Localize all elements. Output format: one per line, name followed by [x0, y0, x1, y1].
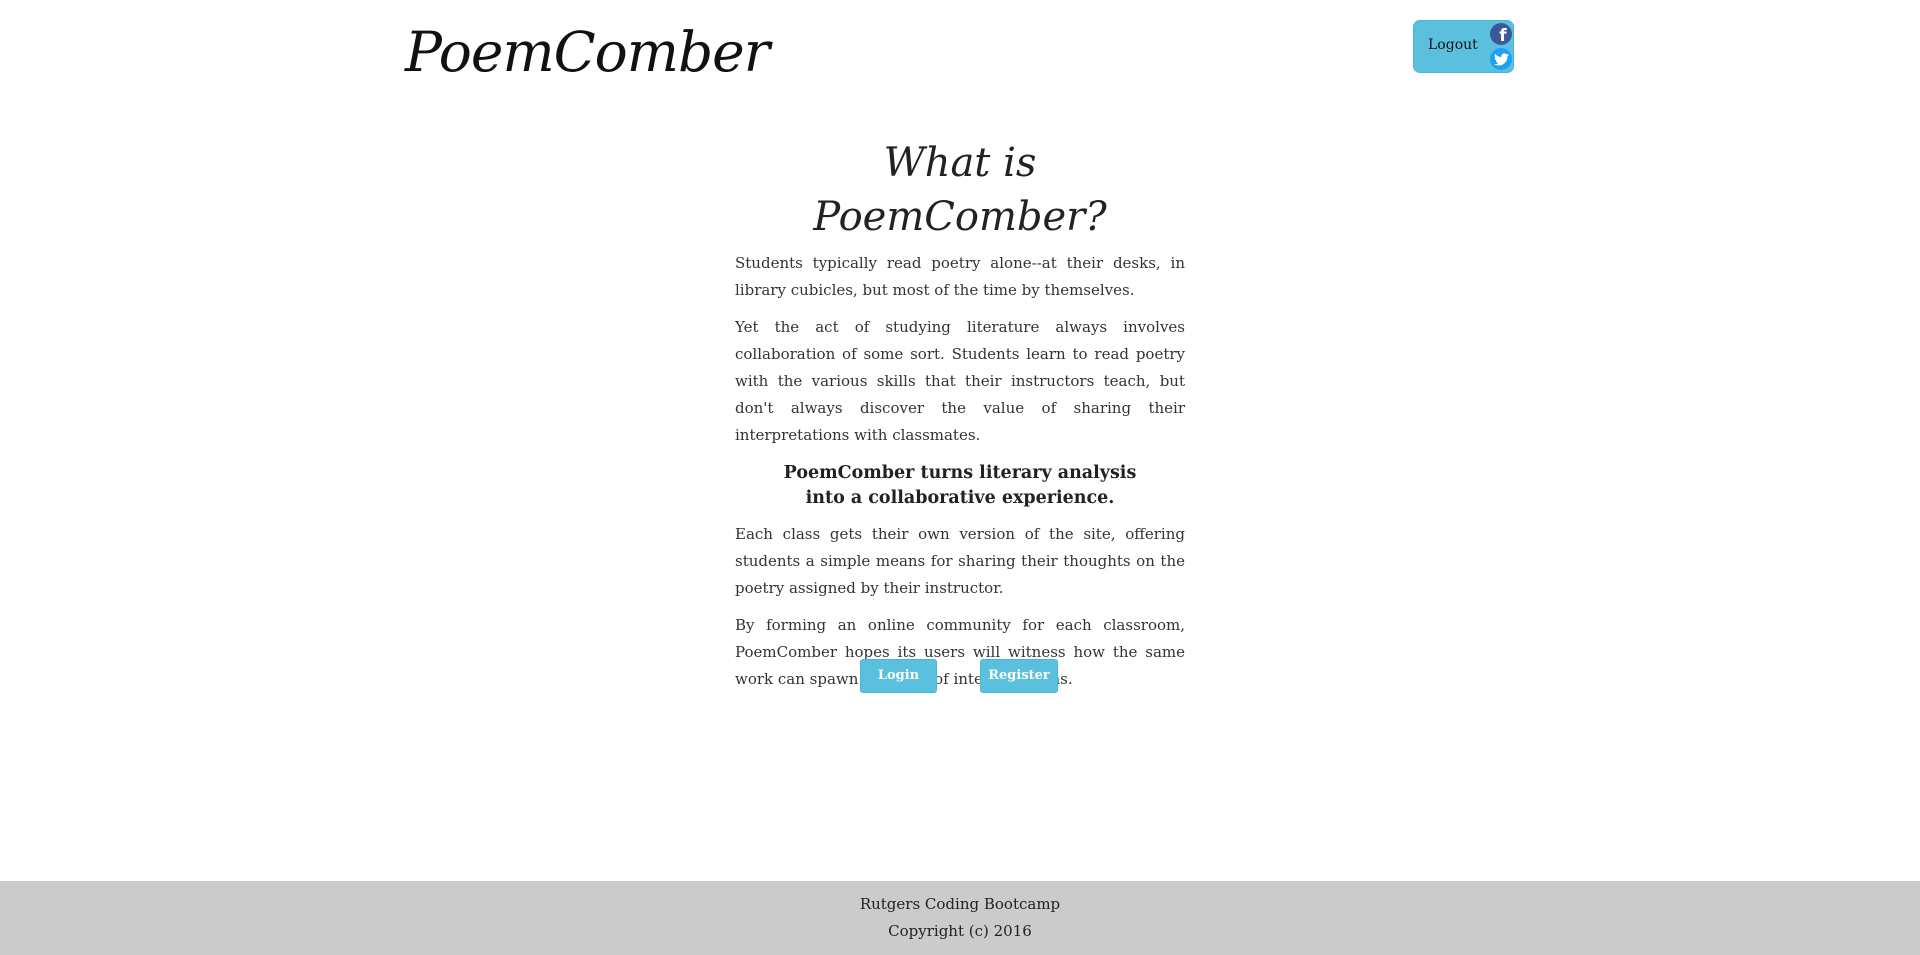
- tagline: PoemComber turns literary analysis into …: [735, 461, 1185, 511]
- account-box: Logout f: [1413, 20, 1514, 73]
- about-section: What is PoemComber? Students typically r…: [735, 136, 1185, 703]
- intro-paragraph-2: Yet the act of studying literature alway…: [735, 318, 1185, 444]
- page-title: What is PoemComber?: [813, 140, 1107, 240]
- facebook-icon[interactable]: f: [1490, 23, 1512, 45]
- logout-link[interactable]: Logout: [1428, 35, 1478, 55]
- brand-logo[interactable]: PoemComber: [405, 14, 770, 90]
- page: PoemComber Logout f What is PoemComber? …: [0, 0, 1920, 955]
- register-button[interactable]: Register: [980, 659, 1058, 693]
- footer: Rutgers Coding Bootcamp Copyright (c) 20…: [0, 881, 1920, 955]
- twitter-icon[interactable]: [1490, 48, 1512, 70]
- intro-paragraph-1: Students typically read poetry alone--at…: [735, 254, 1185, 299]
- facebook-glyph: f: [1499, 26, 1507, 45]
- tagline-line-1: PoemComber turns literary analysis: [783, 463, 1137, 483]
- footer-copyright: Copyright (c) 2016: [888, 922, 1032, 940]
- tagline-line-2: into a collaborative experience.: [805, 488, 1115, 508]
- footer-credit: Rutgers Coding Bootcamp: [859, 895, 1061, 913]
- twitter-bird-shape: [1493, 52, 1509, 65]
- login-button[interactable]: Login: [860, 659, 937, 693]
- detail-paragraph-1: Each class gets their own version of the…: [735, 525, 1185, 597]
- detail-paragraph-2: By forming an online community for each …: [735, 616, 1185, 688]
